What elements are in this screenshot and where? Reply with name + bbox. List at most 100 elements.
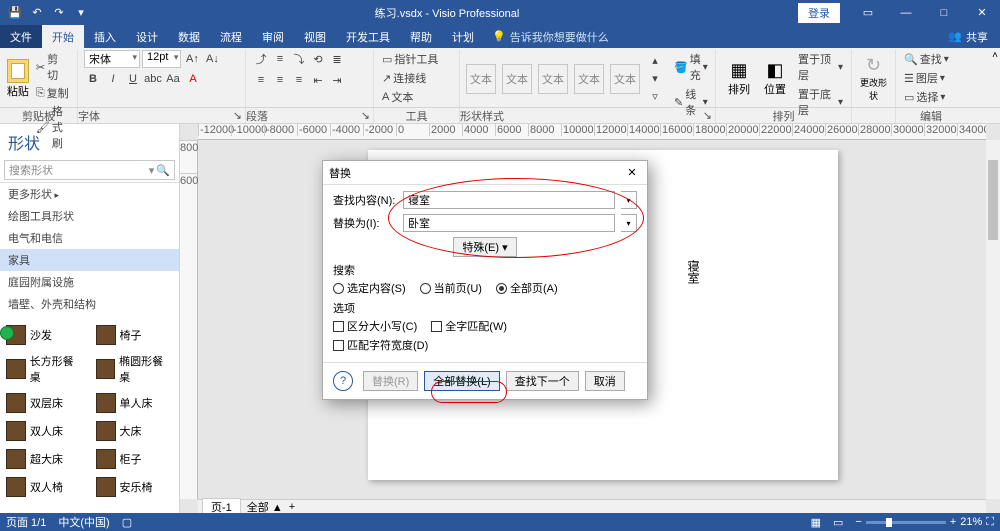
tab-home[interactable]: 开始: [42, 25, 84, 48]
gallery-down-icon[interactable]: ▾: [646, 70, 664, 88]
tab-review[interactable]: 审阅: [252, 25, 294, 48]
tab-process[interactable]: 流程: [210, 25, 252, 48]
fit-to-window-icon[interactable]: ⛶: [986, 516, 994, 529]
shape-stencil-item[interactable]: 双人椅: [0, 473, 90, 501]
zoom-slider[interactable]: [866, 521, 946, 524]
para-launcher-icon[interactable]: ↘: [361, 109, 373, 122]
category-item[interactable]: 绘图工具形状: [0, 205, 179, 227]
font-launcher-icon[interactable]: ↘: [233, 109, 245, 122]
shape-style-thumb[interactable]: 文本: [502, 64, 532, 94]
tab-design[interactable]: 设计: [126, 25, 168, 48]
tab-data[interactable]: 数据: [168, 25, 210, 48]
dialog-help-button[interactable]: ?: [333, 371, 353, 391]
font-size-select[interactable]: 12pt: [142, 50, 181, 68]
shape-stencil-item[interactable]: 柜子: [90, 445, 180, 473]
redo-icon[interactable]: ↷: [50, 4, 68, 22]
shapes-search-input[interactable]: 搜索形状 ▾ 🔍: [4, 160, 175, 180]
search-dropdown-icon[interactable]: ▾: [149, 164, 155, 177]
category-item[interactable]: 电气和电信: [0, 227, 179, 249]
category-item[interactable]: 墙壁、外壳和结构: [0, 293, 179, 315]
shape-stencil-item[interactable]: 单人床: [90, 389, 180, 417]
qat-dropdown-icon[interactable]: ▾: [72, 4, 90, 22]
shape-stencil-item[interactable]: 双层床: [0, 389, 90, 417]
tab-view[interactable]: 视图: [294, 25, 336, 48]
layers-button[interactable]: ☰图层 ▾: [902, 69, 951, 87]
scope-selection-radio[interactable]: 选定内容(S): [333, 280, 406, 296]
shape-style-thumb[interactable]: 文本: [574, 64, 604, 94]
shape-stencil-item[interactable]: 大床: [90, 417, 180, 445]
align-left-button[interactable]: ≡: [252, 71, 270, 89]
change-shape-button[interactable]: ↻ 更改形状: [858, 50, 889, 107]
align-right-button[interactable]: ≡: [290, 71, 308, 89]
sheet-tab-page1[interactable]: 页-1: [202, 498, 241, 513]
shape-stencil-item[interactable]: 超大床: [0, 445, 90, 473]
tab-plan[interactable]: 计划: [442, 25, 484, 48]
underline-button[interactable]: U: [124, 70, 142, 88]
ribbon-display-icon[interactable]: ▭: [850, 0, 886, 25]
shrink-font-button[interactable]: A↓: [203, 50, 221, 68]
send-back-button[interactable]: 置于底层 ▾: [796, 85, 845, 119]
tab-insert[interactable]: 插入: [84, 25, 126, 48]
replace-history-dropdown[interactable]: ▾: [621, 214, 637, 232]
tab-help[interactable]: 帮助: [400, 25, 442, 48]
sheet-all-button[interactable]: 全部 ▲: [247, 499, 283, 514]
more-shapes-item[interactable]: 更多形状: [0, 183, 179, 205]
bring-front-button[interactable]: 置于顶层 ▾: [796, 50, 845, 84]
align-middle-button[interactable]: ≡: [271, 50, 289, 68]
find-history-dropdown[interactable]: ▾: [621, 191, 637, 209]
shape-stencil-item[interactable]: 长方形餐桌: [0, 349, 90, 389]
match-width-check[interactable]: 匹配字符宽度(D): [333, 337, 428, 353]
select-button[interactable]: ▭选择 ▾: [902, 88, 951, 106]
pointer-tool-button[interactable]: ▭指针工具: [380, 50, 440, 68]
close-icon[interactable]: ✕: [964, 0, 1000, 25]
scope-current-radio[interactable]: 当前页(U): [420, 280, 482, 296]
tell-me-search[interactable]: 💡 告诉我你想要做什么: [484, 25, 617, 48]
format-painter-button[interactable]: 🖌格式刷: [34, 102, 71, 152]
special-chars-button[interactable]: 特殊(E) ▾: [453, 237, 516, 257]
save-icon[interactable]: 💾: [6, 4, 24, 22]
shape-style-gallery[interactable]: 文本 文本 文本 文本 文本 ▴ ▾ ▿: [466, 50, 664, 107]
replace-button[interactable]: 替换(R): [363, 371, 418, 391]
whole-word-check[interactable]: 全字匹配(W): [431, 318, 507, 334]
find-next-button[interactable]: 查找下一个: [506, 371, 579, 391]
scope-all-radio[interactable]: 全部页(A): [496, 280, 558, 296]
align-top-button[interactable]: ⤴: [252, 50, 270, 68]
shape-stencil-item[interactable]: 双人床: [0, 417, 90, 445]
shape-stencil-item[interactable]: 椭圆形餐桌: [90, 349, 180, 389]
fit-page-icon[interactable]: ▭: [833, 516, 843, 529]
zoom-level[interactable]: 21%: [960, 516, 982, 528]
fill-button[interactable]: 🪣填充 ▾: [672, 50, 710, 84]
arrange-button[interactable]: ▦ 排列: [722, 50, 756, 107]
share-button[interactable]: 👥 共享: [936, 25, 1000, 48]
shape-style-thumb[interactable]: 文本: [538, 64, 568, 94]
shape-style-thumb[interactable]: 文本: [466, 64, 496, 94]
font-family-select[interactable]: 宋体: [84, 50, 140, 68]
find-button[interactable]: 🔍查找 ▾: [902, 50, 951, 68]
category-item[interactable]: 家具: [0, 249, 179, 271]
cancel-button[interactable]: 取消: [585, 371, 625, 391]
gallery-more-icon[interactable]: ▿: [646, 88, 664, 106]
zoom-out-button[interactable]: −: [855, 516, 861, 528]
shape-stencil-item[interactable]: 安乐椅: [90, 473, 180, 501]
copy-button[interactable]: ⎘复制: [34, 84, 71, 102]
minimize-icon[interactable]: —: [888, 0, 924, 25]
italic-button[interactable]: I: [104, 70, 122, 88]
dialog-close-button[interactable]: ✕: [623, 164, 641, 182]
maximize-icon[interactable]: □: [926, 0, 962, 25]
strike-button[interactable]: abc: [144, 70, 162, 88]
tab-file[interactable]: 文件: [0, 25, 42, 48]
align-center-button[interactable]: ≡: [271, 71, 289, 89]
macro-record-icon[interactable]: ▢: [122, 516, 132, 529]
connector-tool-button[interactable]: ↗连接线: [380, 69, 440, 87]
shape-style-thumb[interactable]: 文本: [610, 64, 640, 94]
find-input[interactable]: [403, 191, 615, 209]
shape-text[interactable]: 寝室: [685, 260, 702, 284]
text-tool-button[interactable]: A文本: [380, 88, 440, 106]
replace-all-button[interactable]: 全部替换(L): [424, 371, 499, 391]
indent-dec-button[interactable]: ⇤: [309, 71, 327, 89]
bold-button[interactable]: B: [84, 70, 102, 88]
replace-input[interactable]: [403, 214, 615, 232]
status-language[interactable]: 中文(中国): [58, 514, 109, 530]
collapse-ribbon-icon[interactable]: ˄: [992, 50, 998, 61]
font-color-button[interactable]: A: [184, 70, 202, 88]
